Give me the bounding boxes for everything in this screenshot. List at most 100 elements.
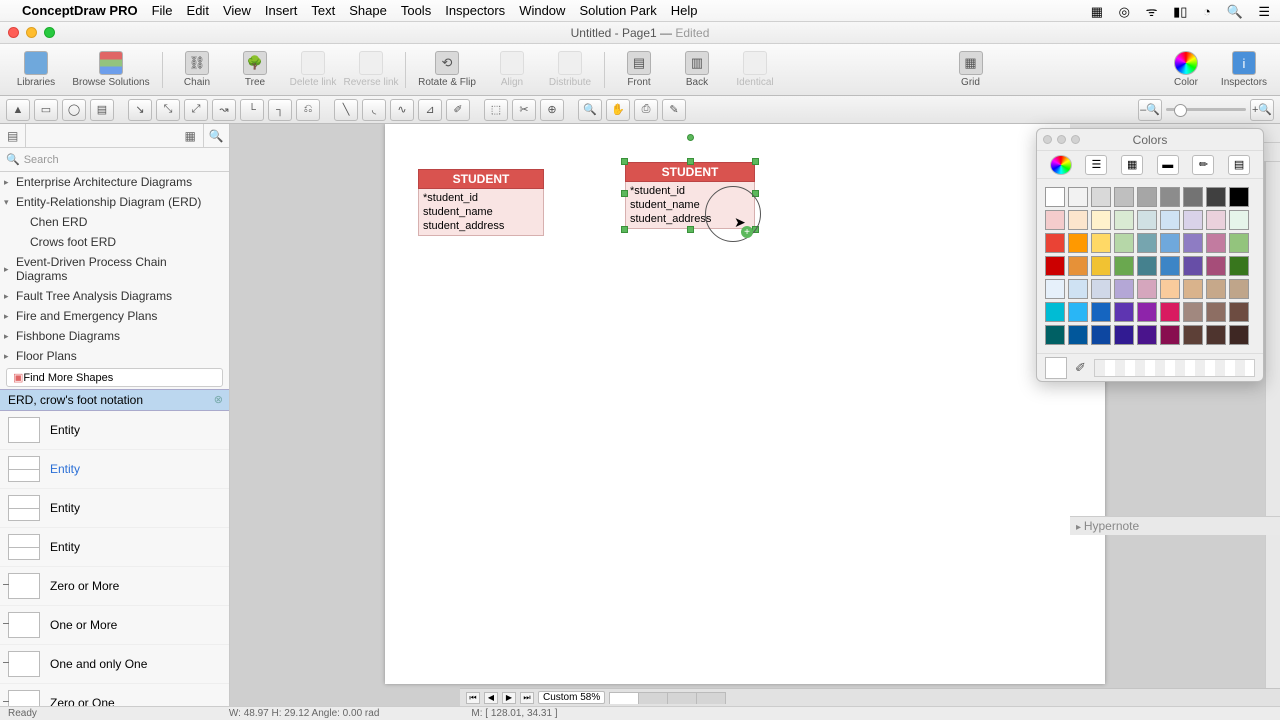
resize-handle[interactable]: [687, 226, 694, 233]
grid-button[interactable]: Grid: [943, 47, 999, 93]
menu-file[interactable]: File: [152, 3, 173, 18]
color-swatch[interactable]: [1183, 325, 1203, 345]
panel-max[interactable]: [1071, 135, 1080, 144]
eyedropper-icon[interactable]: ✐: [1075, 360, 1086, 376]
print-tool[interactable]: ⎙: [634, 99, 658, 121]
color-custom-tab[interactable]: ▤: [1228, 155, 1250, 175]
color-swatch[interactable]: [1160, 187, 1180, 207]
color-swatch[interactable]: [1160, 325, 1180, 345]
close-library-icon[interactable]: ⊗: [214, 393, 223, 406]
color-swatch[interactable]: [1206, 233, 1226, 253]
tree-node[interactable]: ▸Event-Driven Process Chain Diagrams: [0, 252, 229, 286]
menu-window[interactable]: Window: [519, 3, 565, 18]
color-swatch[interactable]: [1137, 210, 1157, 230]
zoom-in-button[interactable]: +🔍: [1250, 99, 1274, 121]
tab-last[interactable]: ⏭: [520, 692, 534, 704]
curve-tool[interactable]: ∿: [390, 99, 414, 121]
color-swatch[interactable]: [1045, 302, 1065, 322]
pointer-tool[interactable]: ▲: [6, 99, 30, 121]
color-swatch[interactable]: [1068, 233, 1088, 253]
reverse-link-button[interactable]: Reverse link: [343, 47, 399, 93]
page-tab[interactable]: [609, 692, 639, 704]
sidebar-view-toggle[interactable]: ▤: [0, 124, 26, 147]
color-swatch[interactable]: [1068, 210, 1088, 230]
tree-node[interactable]: ▸Fire and Emergency Plans: [0, 306, 229, 326]
libraries-button[interactable]: Libraries: [8, 47, 64, 93]
color-swatch[interactable]: [1114, 325, 1134, 345]
color-swatch[interactable]: [1160, 233, 1180, 253]
color-swatch[interactable]: [1206, 325, 1226, 345]
wifi-icon[interactable]: ᯤ: [1146, 4, 1158, 19]
color-swatch[interactable]: [1114, 187, 1134, 207]
ellipse-tool[interactable]: ◯: [62, 99, 86, 121]
zoom-out-button[interactable]: –🔍: [1138, 99, 1162, 121]
inspector-hypernote[interactable]: Hypernote: [1070, 516, 1280, 535]
inspectors-button[interactable]: iInspectors: [1216, 47, 1272, 93]
chain-button[interactable]: Chain: [169, 47, 225, 93]
page-tab[interactable]: [638, 692, 668, 704]
resize-handle[interactable]: [687, 158, 694, 165]
sidebar-search-toggle[interactable]: 🔍: [204, 124, 229, 147]
hand-tool[interactable]: ✋: [606, 99, 630, 121]
color-swatch[interactable]: [1183, 256, 1203, 276]
color-swatch[interactable]: [1183, 279, 1203, 299]
page-tab[interactable]: [667, 692, 697, 704]
tab-first[interactable]: ⏮: [466, 692, 480, 704]
color-swatch[interactable]: [1160, 256, 1180, 276]
tree-child[interactable]: Chen ERD: [0, 212, 229, 232]
color-button[interactable]: Color: [1158, 47, 1214, 93]
browse-solutions-button[interactable]: Browse Solutions: [66, 47, 156, 93]
battery-icon[interactable]: ▮▯: [1173, 4, 1187, 19]
rect-tool[interactable]: ▭: [34, 99, 58, 121]
shape-item[interactable]: Entity: [0, 411, 229, 450]
color-swatch[interactable]: [1045, 187, 1065, 207]
tree-button[interactable]: Tree: [227, 47, 283, 93]
color-swatch[interactable]: [1137, 302, 1157, 322]
color-swatch[interactable]: [1137, 325, 1157, 345]
find-more-shapes-button[interactable]: Find More Shapes: [6, 368, 223, 387]
recent-colors[interactable]: [1094, 359, 1255, 377]
align-button[interactable]: Align: [484, 47, 540, 93]
spotlight-icon[interactable]: 🔍: [1227, 4, 1243, 19]
color-swatch[interactable]: [1183, 187, 1203, 207]
menu-shape[interactable]: Shape: [349, 3, 387, 18]
color-swatch[interactable]: [1229, 279, 1249, 299]
tree-node[interactable]: ▸Enterprise Architecture Diagrams: [0, 172, 229, 192]
color-swatch[interactable]: [1206, 279, 1226, 299]
colors-titlebar[interactable]: Colors: [1037, 129, 1263, 151]
menu-icon[interactable]: ☰: [1258, 4, 1270, 19]
entity-shape[interactable]: STUDENT *student_id student_name student…: [418, 169, 544, 236]
panel-min[interactable]: [1057, 135, 1066, 144]
shape-item[interactable]: Zero or More: [0, 567, 229, 606]
color-swatch[interactable]: [1091, 256, 1111, 276]
drawing-page[interactable]: STUDENT *student_id student_name student…: [385, 124, 1105, 684]
color-swatch[interactable]: [1091, 233, 1111, 253]
color-wheel-tab[interactable]: [1050, 155, 1072, 175]
clock-icon[interactable]: ◔: [1203, 4, 1211, 19]
tree-node[interactable]: ▸Floor Plans: [0, 346, 229, 366]
color-swatch[interactable]: [1137, 279, 1157, 299]
color-swatch[interactable]: [1229, 233, 1249, 253]
current-color[interactable]: [1045, 357, 1067, 379]
back-button[interactable]: Back: [669, 47, 725, 93]
polyline-tool[interactable]: ⊿: [418, 99, 442, 121]
color-swatch[interactable]: [1206, 210, 1226, 230]
tray-icon[interactable]: ◎: [1119, 4, 1130, 19]
color-swatch[interactable]: [1045, 325, 1065, 345]
color-swatch[interactable]: [1183, 233, 1203, 253]
section-tool[interactable]: ⬚: [484, 99, 508, 121]
shape-item[interactable]: One or More: [0, 606, 229, 645]
color-swatch[interactable]: [1229, 210, 1249, 230]
connector-tool-6[interactable]: ┐: [268, 99, 292, 121]
color-swatch[interactable]: [1091, 279, 1111, 299]
menu-view[interactable]: View: [223, 3, 251, 18]
color-swatch[interactable]: [1206, 187, 1226, 207]
color-swatch[interactable]: [1114, 210, 1134, 230]
color-swatch[interactable]: [1229, 187, 1249, 207]
library-header[interactable]: ERD, crow's foot notation⊗: [0, 389, 229, 411]
shape-item[interactable]: Entity: [0, 450, 229, 489]
sidebar-search[interactable]: 🔍Search: [0, 148, 229, 172]
zoom-slider[interactable]: [1166, 108, 1246, 111]
color-swatch[interactable]: [1206, 302, 1226, 322]
page-tab[interactable]: [696, 692, 726, 704]
